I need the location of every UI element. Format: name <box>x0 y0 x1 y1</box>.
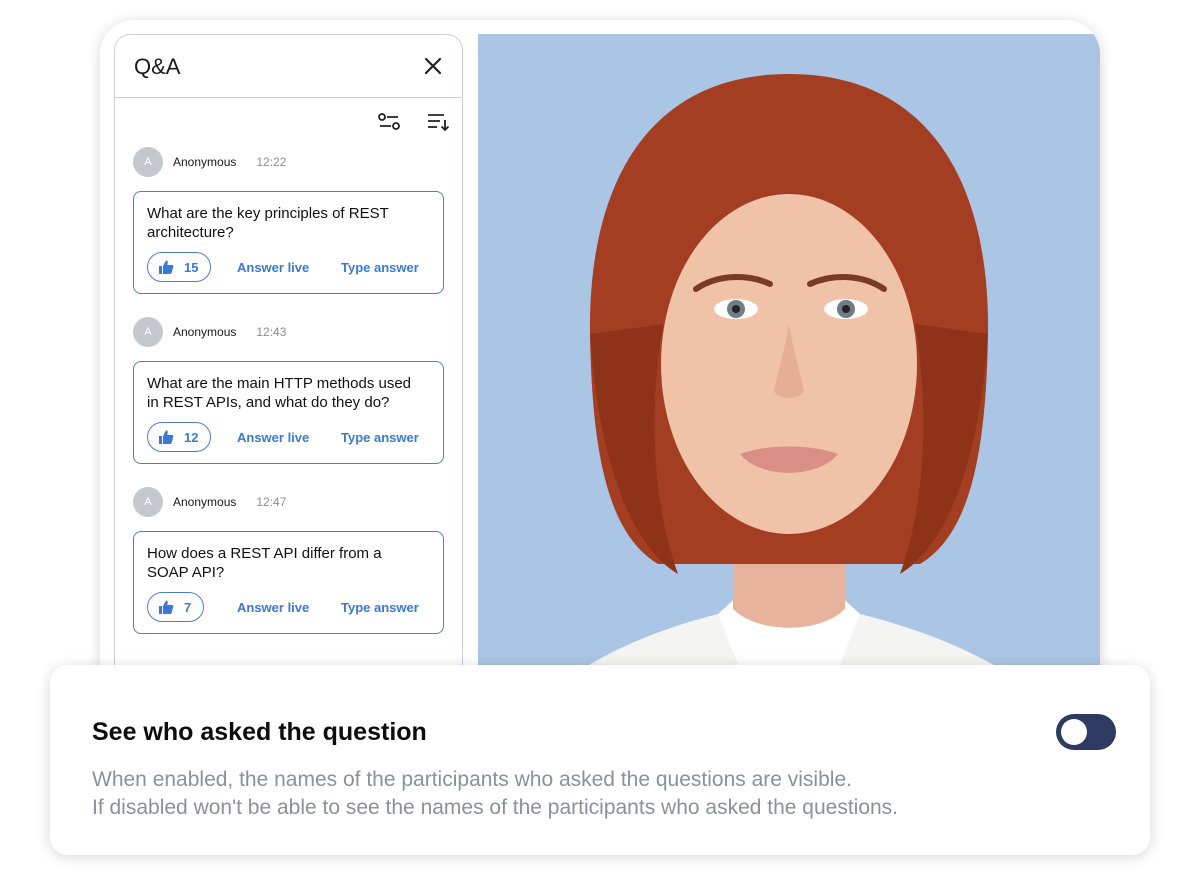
question-time: 12:47 <box>256 495 287 509</box>
answer-live-button[interactable]: Answer live <box>237 600 309 615</box>
answer-live-button[interactable]: Answer live <box>237 430 309 445</box>
question-card: What are the key principles of REST arch… <box>133 191 444 294</box>
avatar: A <box>133 147 163 177</box>
qa-header: Q&A <box>115 35 462 98</box>
asker-row: A Anonymous 12:22 <box>133 146 444 178</box>
question-item: A Anonymous 12:43 What are the main HTTP… <box>133 316 444 464</box>
thumbs-up-icon <box>159 600 174 614</box>
type-answer-button[interactable]: Type answer <box>341 430 419 445</box>
setting-description-line: If disabled won't be able to see the nam… <box>92 796 899 819</box>
asker-name: Anonymous <box>173 325 237 339</box>
like-button[interactable]: 7 <box>147 592 205 622</box>
see-asker-toggle[interactable] <box>1056 714 1116 750</box>
question-item: A Anonymous 12:47 How does a REST API di… <box>133 486 444 634</box>
setting-title: See who asked the question <box>92 718 427 746</box>
question-text: What are the key principles of REST arch… <box>147 205 389 241</box>
participant-portrait <box>526 74 1060 720</box>
like-count: 12 <box>184 429 199 445</box>
asker-name: Anonymous <box>173 155 237 169</box>
filter-icon[interactable] <box>377 112 401 132</box>
like-count: 7 <box>184 599 192 615</box>
type-answer-button[interactable]: Type answer <box>341 600 419 615</box>
qa-toolbar <box>115 98 462 138</box>
avatar: A <box>133 487 163 517</box>
avatar: A <box>133 317 163 347</box>
close-icon[interactable] <box>422 55 444 77</box>
like-button[interactable]: 15 <box>147 252 212 282</box>
qa-panel: Q&A A Anonymous 12:22 What are the key p… <box>114 34 463 720</box>
question-time: 12:22 <box>256 155 287 169</box>
thumbs-up-icon <box>159 260 174 274</box>
question-card: What are the main HTTP methods used in R… <box>133 361 444 464</box>
sort-icon[interactable] <box>426 112 450 132</box>
type-answer-button[interactable]: Type answer <box>341 260 419 275</box>
like-button[interactable]: 12 <box>147 422 212 452</box>
question-text: What are the main HTTP methods used in R… <box>147 375 412 411</box>
qa-title: Q&A <box>134 54 181 79</box>
setting-description: When enabled, the names of the participa… <box>92 766 898 822</box>
setting-description-line: When enabled, the names of the participa… <box>92 768 852 791</box>
asker-row: A Anonymous 12:43 <box>133 316 444 348</box>
question-card: How does a REST API differ from a SOAP A… <box>133 531 444 634</box>
answer-live-button[interactable]: Answer live <box>237 260 309 275</box>
meeting-window: Q&A A Anonymous 12:22 What are the key p… <box>100 20 1100 720</box>
like-count: 15 <box>184 259 199 275</box>
participant-video <box>478 34 1100 720</box>
toggle-knob <box>1061 719 1087 745</box>
question-time: 12:43 <box>256 325 287 339</box>
asker-name: Anonymous <box>173 495 237 509</box>
setting-card: See who asked the question When enabled,… <box>50 665 1150 855</box>
asker-row: A Anonymous 12:47 <box>133 486 444 518</box>
question-item: A Anonymous 12:22 What are the key princ… <box>133 146 444 294</box>
thumbs-up-icon <box>159 430 174 444</box>
question-text: How does a REST API differ from a SOAP A… <box>147 545 382 581</box>
